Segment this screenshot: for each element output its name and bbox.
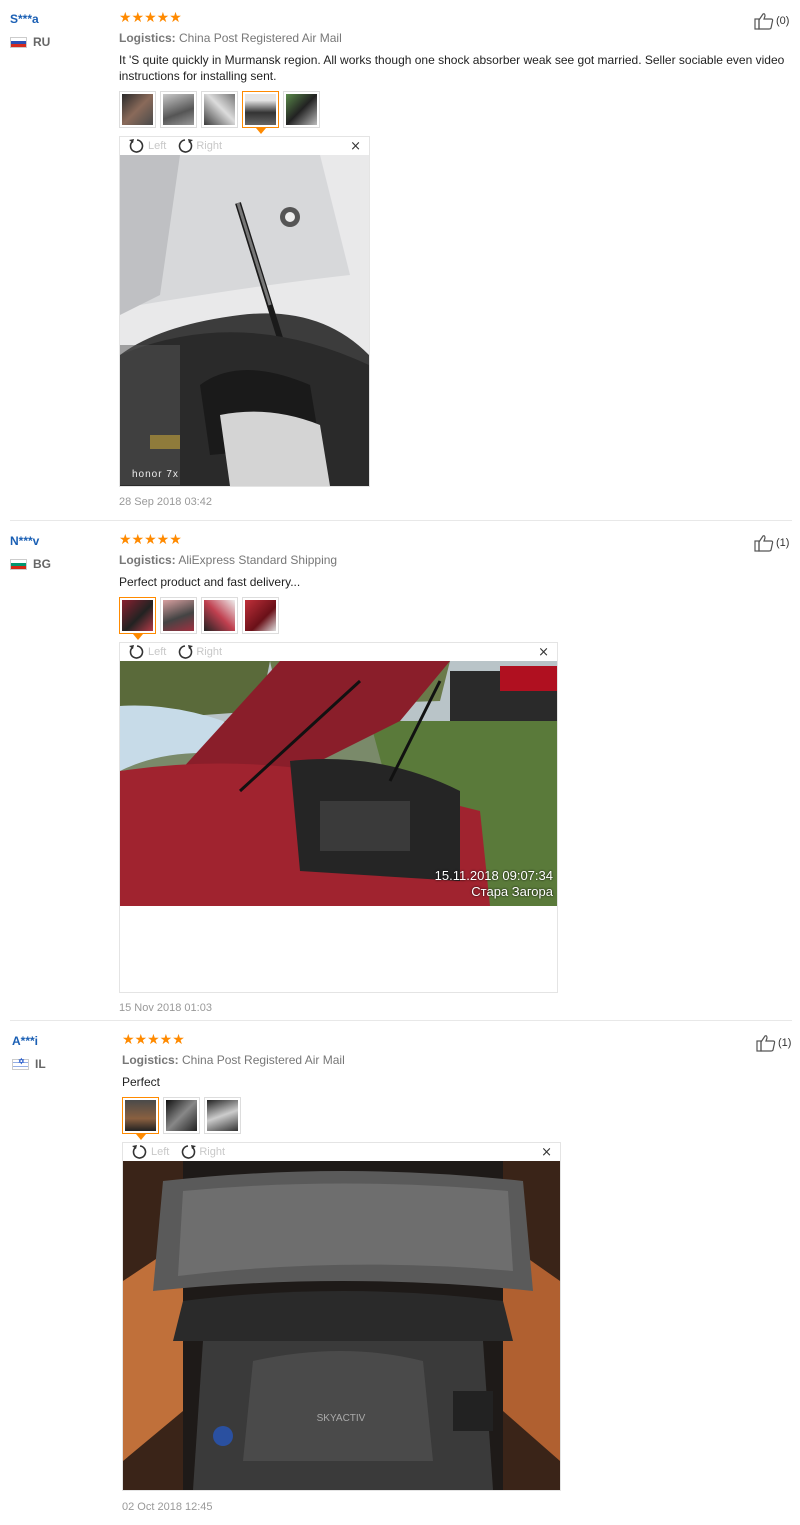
review-text: It 'S quite quickly in Murmansk region. … bbox=[119, 53, 785, 83]
reviewer-country: RU bbox=[10, 35, 50, 49]
like-count: (0) bbox=[776, 15, 790, 27]
photo-thumbnails bbox=[119, 91, 324, 134]
star-rating: ★★★★★ bbox=[122, 1032, 185, 1048]
close-icon[interactable]: × bbox=[350, 139, 361, 154]
rotate-left-button[interactable]: Left bbox=[128, 644, 166, 660]
rotate-left-button[interactable]: Left bbox=[131, 1144, 169, 1160]
thumbs-up-icon bbox=[754, 535, 774, 552]
like-button[interactable]: (1) bbox=[756, 1034, 791, 1052]
rotate-right-icon bbox=[179, 139, 194, 153]
photo-timestamp: 15.11.2018 09:07:34 Стара Загора bbox=[435, 868, 553, 900]
rotate-right-button[interactable]: Right bbox=[179, 1144, 225, 1160]
close-icon[interactable]: × bbox=[538, 645, 549, 660]
review-photo: honor 7x bbox=[120, 155, 369, 486]
rotate-right-icon bbox=[179, 645, 194, 659]
photo-viewer: Left Right × SKYACTIV bbox=[122, 1142, 561, 1491]
rotate-left-icon bbox=[129, 139, 144, 153]
photo-viewer-toolbar: Left Right × bbox=[123, 1143, 560, 1161]
rotate-left-label: Left bbox=[148, 646, 167, 658]
engine-cover-logo: SKYACTIV bbox=[317, 1413, 366, 1424]
review-text: Perfect product and fast delivery... bbox=[119, 575, 301, 589]
engine-bay-photo: SKYACTIV bbox=[123, 1161, 560, 1490]
logistics-value: China Post Registered Air Mail bbox=[182, 1053, 345, 1067]
photo-thumbnails bbox=[119, 597, 283, 640]
car-hood-photo bbox=[120, 155, 369, 486]
photo-thumbnail[interactable] bbox=[204, 1097, 241, 1134]
rotate-right-button[interactable]: Right bbox=[176, 138, 222, 154]
flag-icon bbox=[10, 558, 27, 570]
rotate-right-label: Right bbox=[196, 646, 223, 658]
review-date: 15 Nov 2018 01:03 bbox=[119, 1002, 212, 1014]
logistics-info: Logistics: China Post Registered Air Mai… bbox=[122, 1053, 345, 1067]
like-count: (1) bbox=[776, 537, 790, 549]
photo-thumbnail[interactable] bbox=[242, 597, 279, 634]
review-photo: 15.11.2018 09:07:34 Стара Загора bbox=[120, 661, 557, 906]
like-button[interactable]: (1) bbox=[754, 534, 789, 552]
country-code: IL bbox=[35, 1057, 46, 1071]
photo-thumbnail[interactable] bbox=[283, 91, 320, 128]
photo-thumbnails bbox=[122, 1097, 245, 1140]
photo-location-line: Стара Загора bbox=[471, 884, 553, 899]
rotate-right-icon bbox=[182, 1145, 197, 1159]
rotate-left-button[interactable]: Left bbox=[128, 138, 166, 154]
reviewer-country: IL bbox=[12, 1057, 46, 1071]
review-divider bbox=[10, 1020, 792, 1021]
thumbs-up-icon bbox=[756, 1035, 776, 1052]
star-rating: ★★★★★ bbox=[119, 532, 182, 548]
flag-icon bbox=[10, 36, 27, 48]
photo-viewer: Left Right × bbox=[119, 642, 558, 993]
reviewer-name[interactable]: S***a bbox=[10, 12, 39, 26]
star-rating: ★★★★★ bbox=[119, 10, 182, 26]
reviewer-country: BG bbox=[10, 557, 51, 571]
rotate-right-label: Right bbox=[199, 1146, 226, 1158]
like-button[interactable]: (0) bbox=[754, 12, 789, 30]
rotate-right-button[interactable]: Right bbox=[176, 644, 222, 660]
logistics-info: Logistics: AliExpress Standard Shipping bbox=[119, 553, 337, 567]
review-date: 02 Oct 2018 12:45 bbox=[122, 1501, 213, 1513]
photo-thumbnail[interactable] bbox=[201, 91, 238, 128]
photo-watermark: honor 7x bbox=[132, 469, 179, 480]
logistics-info: Logistics: China Post Registered Air Mai… bbox=[119, 31, 342, 45]
photo-viewer: Left Right × bbox=[119, 136, 370, 487]
review-date: 28 Sep 2018 03:42 bbox=[119, 496, 212, 508]
photo-viewer-toolbar: Left Right × bbox=[120, 643, 557, 661]
logistics-value: China Post Registered Air Mail bbox=[179, 31, 342, 45]
photo-thumbnail-active[interactable] bbox=[242, 91, 279, 134]
close-icon[interactable]: × bbox=[541, 1145, 552, 1160]
photo-thumbnail[interactable] bbox=[119, 91, 156, 128]
review-photo: SKYACTIV bbox=[123, 1161, 560, 1490]
photo-thumbnail[interactable] bbox=[163, 1097, 200, 1134]
thumbs-up-icon bbox=[754, 13, 774, 30]
like-count: (1) bbox=[778, 1037, 792, 1049]
photo-thumbnail[interactable] bbox=[160, 91, 197, 128]
photo-thumbnail-active[interactable] bbox=[119, 597, 156, 640]
flag-icon bbox=[12, 1057, 29, 1070]
photo-timestamp-line: 15.11.2018 09:07:34 bbox=[434, 868, 553, 883]
photo-thumbnail[interactable] bbox=[160, 597, 197, 634]
logistics-value: AliExpress Standard Shipping bbox=[178, 553, 338, 567]
review-text: Perfect bbox=[122, 1075, 161, 1089]
rotate-left-icon bbox=[132, 1145, 147, 1159]
rotate-left-icon bbox=[129, 645, 144, 659]
rotate-left-label: Left bbox=[151, 1146, 170, 1158]
logistics-label: Logistics: bbox=[122, 1053, 179, 1067]
rotate-right-label: Right bbox=[196, 140, 223, 152]
rotate-left-label: Left bbox=[148, 140, 167, 152]
country-code: BG bbox=[33, 557, 51, 571]
logistics-label: Logistics: bbox=[119, 553, 176, 567]
logistics-label: Logistics: bbox=[119, 31, 176, 45]
review-divider bbox=[10, 520, 792, 521]
photo-thumbnail-active[interactable] bbox=[122, 1097, 159, 1140]
reviewer-name[interactable]: N***v bbox=[10, 534, 39, 548]
photo-thumbnail[interactable] bbox=[201, 597, 238, 634]
reviewer-name[interactable]: A***i bbox=[12, 1034, 38, 1048]
photo-viewer-toolbar: Left Right × bbox=[120, 137, 369, 155]
country-code: RU bbox=[33, 35, 51, 49]
